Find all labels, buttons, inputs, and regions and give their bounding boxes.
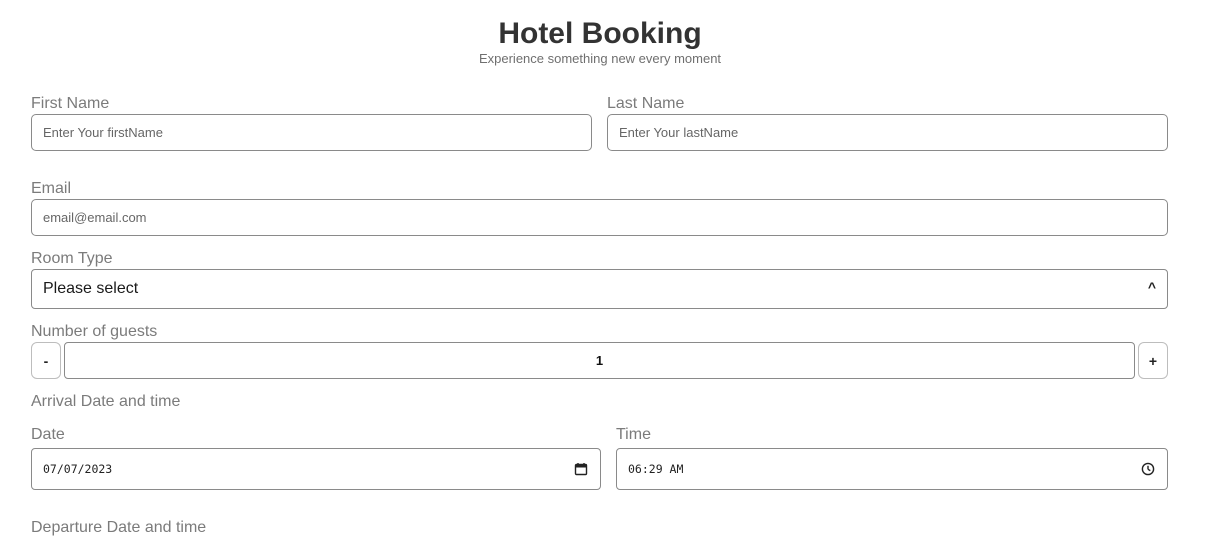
last-name-label: Last Name (607, 95, 685, 112)
arrival-date-label: Date (31, 426, 65, 443)
last-name-field[interactable]: Enter Your lastName (607, 114, 1168, 151)
room-type-label: Room Type (31, 250, 113, 267)
page-title: Hotel Booking (498, 17, 702, 50)
guests-stepper-input[interactable]: 1 (64, 342, 1135, 379)
departure-section-label: Departure Date and time (31, 519, 207, 536)
arrival-section-label: Arrival Date and time (31, 393, 181, 410)
arrival-time-label: Time (616, 426, 651, 443)
clock-icon[interactable] (1141, 462, 1155, 476)
arrival-time-value: 06:29 AM (628, 462, 684, 476)
arrival-time-input[interactable]: 06:29 AM (616, 448, 1168, 490)
room-type-value: Please select (43, 280, 139, 297)
email-field[interactable]: email@email.com (31, 199, 1168, 236)
increment-guests-button[interactable]: + (1138, 342, 1168, 379)
calendar-icon[interactable] (574, 462, 588, 476)
decrement-guests-button[interactable]: - (31, 342, 61, 379)
page-subtitle: Experience something new every moment (478, 51, 722, 66)
chevron-up-icon: ^ (1147, 279, 1156, 295)
room-type-select[interactable]: Please select ^ (31, 269, 1168, 309)
email-label: Email (31, 180, 72, 197)
arrival-date-value: 07/07/2023 (43, 462, 113, 476)
guests-label: Number of guests (31, 323, 158, 340)
arrival-date-input[interactable]: 07/07/2023 (31, 448, 601, 490)
first-name-field[interactable]: Enter Your firstName (31, 114, 592, 151)
first-name-label: First Name (31, 95, 110, 112)
